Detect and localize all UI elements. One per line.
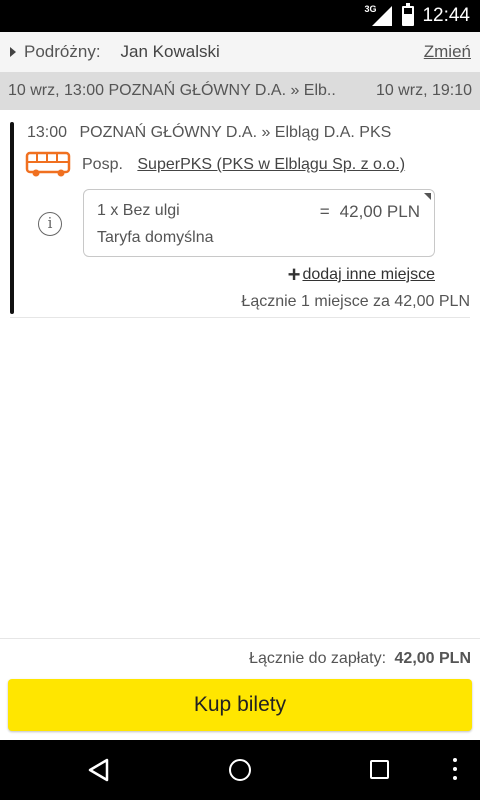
add-seat-link[interactable]: + dodaj inne miejsce: [287, 262, 435, 287]
route-summary-bar: 10 wrz, 13:00 POZNAŃ GŁÓWNY D.A. » Elb..…: [0, 72, 480, 110]
buy-tickets-button[interactable]: Kup bilety: [8, 679, 472, 731]
carrier-row: Posp. SuperPKS (PKS w Elblągu Sp. z o.o.…: [82, 156, 405, 174]
carrier-link[interactable]: SuperPKS (PKS w Elblągu Sp. z o.o.): [137, 156, 405, 173]
passenger-row[interactable]: Podróżny: Jan Kowalski Zmień: [0, 32, 480, 72]
footer-divider: [0, 638, 480, 639]
grand-total-value: 42,00 PLN: [394, 650, 471, 667]
passenger-label: Podróżny:: [24, 42, 101, 61]
segment-header: 13:00 POZNAŃ GŁÓWNY D.A. » Elbląg D.A. P…: [27, 124, 391, 142]
route-arrival: 10 wrz, 19:10: [375, 82, 472, 99]
network-type: 3G: [364, 4, 377, 14]
add-seat-label[interactable]: dodaj inne miejsce: [302, 266, 435, 284]
segment-route: POZNAŃ GŁÓWNY D.A. » Elbląg D.A. PKS: [79, 124, 392, 141]
change-passenger-link[interactable]: Zmień: [424, 42, 471, 62]
recent-apps-icon[interactable]: [370, 760, 389, 779]
status-icons: 3G 12:44: [364, 0, 470, 32]
grand-total-label: Łącznie do zapłaty:: [249, 650, 387, 667]
dropdown-corner-icon: [424, 193, 431, 200]
overflow-menu-icon[interactable]: [452, 758, 458, 782]
fare-price: 42,00 PLN: [339, 202, 420, 221]
carrier-type: Posp.: [82, 156, 123, 173]
segment-timeline-bar: [10, 122, 14, 314]
back-icon[interactable]: [88, 758, 110, 782]
segment-total: Łącznie 1 miejsce za 42,00 PLN: [241, 293, 470, 310]
passenger-name: Jan Kowalski: [120, 42, 220, 61]
journey-segment: 13:00 POZNAŃ GŁÓWNY D.A. » Elbląg D.A. P…: [10, 122, 470, 318]
signal-icon: 3G: [364, 4, 394, 28]
fare-box[interactable]: 1 x Bez ulgi = 42,00 PLN Taryfa domyślna: [83, 189, 435, 257]
navigation-bar: [0, 740, 480, 800]
fare-price-line: = 42,00 PLN: [320, 202, 420, 222]
battery-icon: [402, 3, 415, 26]
route-departure: 10 wrz, 13:00 POZNAŃ GŁÓWNY D.A. » Elb..: [8, 82, 336, 99]
clock: 12:44: [422, 5, 470, 26]
bus-icon: [25, 151, 71, 177]
fare-passenger-type: 1 x Bez ulgi: [97, 202, 180, 219]
grand-total: Łącznie do zapłaty: 42,00 PLN: [249, 650, 471, 668]
fare-tariff: Taryfa domyślna: [97, 229, 214, 246]
fare-equals: =: [319, 202, 330, 221]
segment-departure-time: 13:00: [27, 124, 68, 141]
status-bar: 3G 12:44: [0, 0, 480, 32]
plus-icon: +: [287, 262, 301, 287]
info-icon[interactable]: i: [38, 212, 62, 236]
expand-arrow-icon[interactable]: [10, 47, 16, 57]
home-icon[interactable]: [229, 759, 251, 781]
